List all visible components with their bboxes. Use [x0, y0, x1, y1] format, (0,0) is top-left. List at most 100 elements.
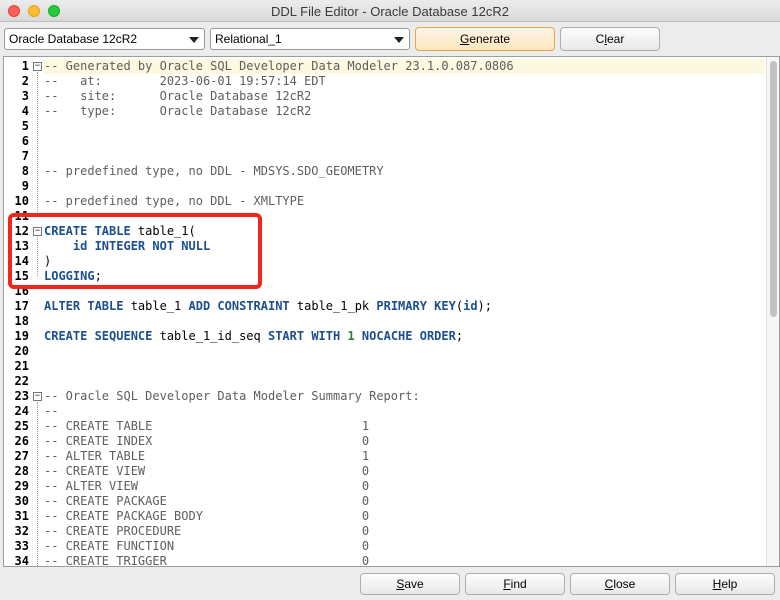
code-line[interactable]: -- CREATE TABLE 1: [44, 419, 765, 434]
sql-keyword: ADD CONSTRAINT: [188, 299, 290, 313]
sql-number: 1: [347, 329, 355, 343]
sql-comment: -- ALTER VIEW 0: [44, 479, 370, 493]
code-line[interactable]: -- CREATE PACKAGE 0: [44, 494, 765, 509]
code-line[interactable]: [44, 314, 765, 329]
sql-comment: -- CREATE FUNCTION 0: [44, 539, 370, 553]
sql-text: );: [477, 299, 492, 313]
code-line[interactable]: -- type: Oracle Database 12cR2: [44, 104, 765, 119]
clear-button[interactable]: Clear: [560, 27, 660, 51]
ddl-editor[interactable]: 1 2 3 4 5 6 7 8 9 10 11 12 13 14 15 16 17 18 19 20 21 22 23 24 2…: [3, 56, 780, 567]
sql-keyword: CREATE SEQUENCE: [44, 329, 153, 343]
fold-guide-line: [37, 72, 38, 216]
relational-model-select[interactable]: Relational_1: [210, 28, 410, 50]
code-line[interactable]: CREATE SEQUENCE table_1_id_seq START WIT…: [44, 329, 765, 344]
code-line[interactable]: -- CREATE PROCEDURE 0: [44, 524, 765, 539]
line-number: 28: [14, 464, 29, 478]
code-line[interactable]: -- CREATE INDEX 0: [44, 434, 765, 449]
line-number: 10: [14, 194, 29, 208]
code-line[interactable]: -- predefined type, no DDL - MDSYS.SDO_G…: [44, 164, 765, 179]
code-line[interactable]: -- CREATE FUNCTION 0: [44, 539, 765, 554]
line-number: 27: [14, 449, 29, 463]
sql-comment: -- CREATE PACKAGE BODY 0: [44, 509, 370, 523]
line-number: 2: [21, 74, 29, 88]
line-number: 26: [14, 434, 29, 448]
code-line[interactable]: [44, 179, 765, 194]
line-number: 6: [21, 134, 29, 148]
help-button[interactable]: Help: [675, 573, 775, 595]
sql-comment: -- Generated by Oracle SQL Developer Dat…: [44, 59, 514, 73]
code-line[interactable]: -- Generated by Oracle SQL Developer Dat…: [44, 59, 765, 74]
scrollbar-thumb[interactable]: [770, 61, 777, 317]
line-number: 23: [14, 389, 29, 403]
line-number: 1: [21, 59, 29, 73]
sql-keyword: PRIMARY KEY: [376, 299, 456, 313]
collapse-fold-icon[interactable]: −: [33, 62, 42, 71]
find-button-mnemonic: F: [503, 577, 511, 591]
sql-comment: -- site: Oracle Database 12cR2: [44, 89, 312, 103]
save-button-label: ave: [404, 577, 424, 591]
line-number: 19: [14, 329, 29, 343]
code-line[interactable]: [44, 149, 765, 164]
sql-comment: -- CREATE PACKAGE 0: [44, 494, 370, 508]
line-number: 8: [21, 164, 29, 178]
sql-comment: --: [44, 404, 59, 418]
find-button[interactable]: Find: [465, 573, 565, 595]
generate-button-label: enerate: [469, 32, 511, 46]
sql-keyword: id: [463, 299, 478, 313]
code-line[interactable]: [44, 119, 765, 134]
sql-comment: -- type: Oracle Database 12cR2: [44, 104, 312, 118]
fold-margin: − − −: [32, 57, 44, 566]
toolbar: Oracle Database 12cR2 Relational_1 Gener…: [0, 22, 780, 54]
line-number: 30: [14, 494, 29, 508]
code-line[interactable]: [44, 344, 765, 359]
line-number: 7: [21, 149, 29, 163]
relational-model-select-value: Relational_1: [215, 32, 282, 46]
code-line[interactable]: [44, 134, 765, 149]
database-select[interactable]: Oracle Database 12cR2: [4, 28, 205, 50]
line-number: 3: [21, 89, 29, 103]
sql-comment: -- predefined type, no DDL - XMLTYPE: [44, 194, 305, 208]
line-number: 22: [14, 374, 29, 388]
sql-comment: -- predefined type, no DDL - MDSYS.SDO_G…: [44, 164, 384, 178]
code-line[interactable]: [44, 374, 765, 389]
title-bar: DDL File Editor - Oracle Database 12cR2: [0, 0, 780, 22]
help-button-label: elp: [721, 577, 738, 591]
find-button-label: ind: [510, 577, 527, 591]
collapse-fold-icon[interactable]: −: [33, 392, 42, 401]
dialog-buttons: Save Find Close Help: [0, 567, 780, 600]
code-line[interactable]: -- CREATE PACKAGE BODY 0: [44, 509, 765, 524]
close-button[interactable]: Close: [570, 573, 670, 595]
sql-comment: -- Oracle SQL Developer Data Modeler Sum…: [44, 389, 420, 403]
sql-comment: -- CREATE TRIGGER 0: [44, 554, 370, 567]
code-line[interactable]: -- site: Oracle Database 12cR2: [44, 89, 765, 104]
code-line[interactable]: -- predefined type, no DDL - XMLTYPE: [44, 194, 765, 209]
sql-comment: -- CREATE PROCEDURE 0: [44, 524, 370, 538]
save-button[interactable]: Save: [360, 573, 460, 595]
sql-text: (: [455, 299, 464, 313]
sql-keyword: NOCACHE ORDER: [361, 329, 456, 343]
code-line[interactable]: [44, 359, 765, 374]
code-line[interactable]: -- ALTER TABLE 1: [44, 449, 765, 464]
code-line[interactable]: -- ALTER VIEW 0: [44, 479, 765, 494]
close-button-label: lose: [613, 577, 636, 591]
code-line[interactable]: --: [44, 404, 765, 419]
sql-text: table_1: [123, 299, 189, 313]
sql-text: ;: [455, 329, 464, 343]
code-line[interactable]: ALTER TABLE table_1 ADD CONSTRAINT table…: [44, 299, 765, 314]
code-line[interactable]: -- Oracle SQL Developer Data Modeler Sum…: [44, 389, 765, 404]
line-number: 17: [14, 299, 29, 313]
code-line[interactable]: -- CREATE VIEW 0: [44, 464, 765, 479]
line-number: 9: [21, 179, 29, 193]
line-number: 31: [14, 509, 29, 523]
generate-button[interactable]: Generate: [415, 27, 555, 51]
code-line[interactable]: -- CREATE TRIGGER 0: [44, 554, 765, 567]
line-number: 18: [14, 314, 29, 328]
fold-guide-line: [37, 402, 38, 566]
vertical-scrollbar[interactable]: [766, 57, 779, 566]
code-line[interactable]: -- at: 2023-06-01 19:57:14 EDT: [44, 74, 765, 89]
sql-comment: -- ALTER TABLE 1: [44, 449, 370, 463]
sql-comment: -- at: 2023-06-01 19:57:14 EDT: [44, 74, 326, 88]
line-number: 29: [14, 479, 29, 493]
line-number: 24: [14, 404, 29, 418]
